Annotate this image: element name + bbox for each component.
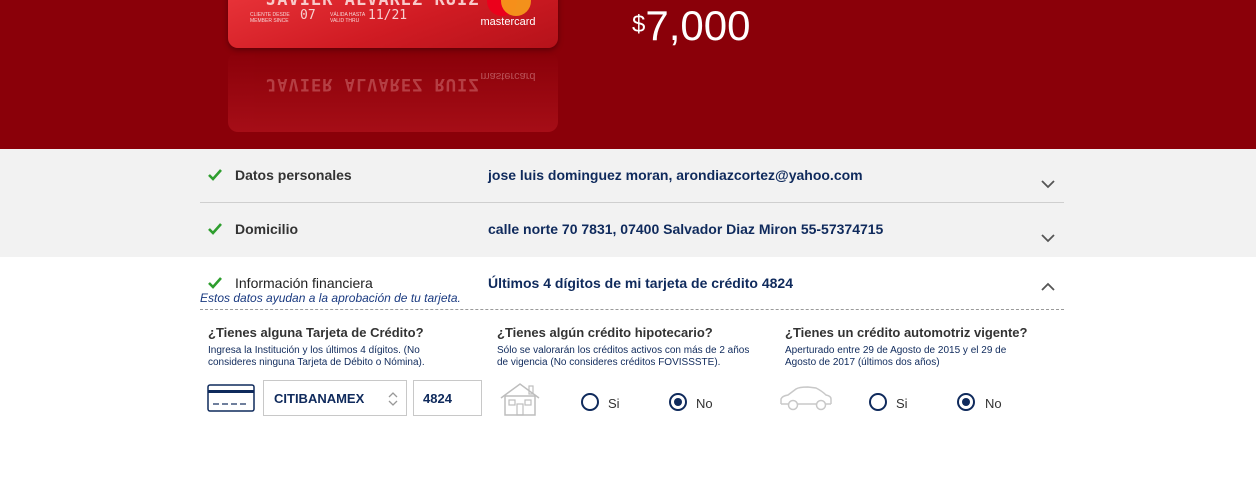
section-personal-title: Datos personales: [235, 167, 352, 183]
financial-note: Estos datos ayudan a la aprobación de tu…: [200, 291, 461, 305]
section-address[interactable]: Domicilio calle norte 70 7831, 07400 Sal…: [0, 203, 1256, 257]
section-financial-summary: Últimos 4 dígitos de mi tarjeta de crédi…: [488, 275, 793, 291]
section-personal-summary: jose luis dominguez moran, arondiazcorte…: [488, 167, 863, 183]
institution-select-value: CITIBANAMEX: [274, 391, 365, 406]
mortgage-no-radio[interactable]: [669, 393, 687, 411]
section-address-title: Domicilio: [235, 221, 299, 237]
card-member-since-label: CLIENTE DESDE MEMBER SINCE: [250, 12, 290, 24]
house-icon: [500, 383, 540, 416]
amount-value: 7,000: [645, 2, 751, 49]
mastercard-logo: mastercard: [473, 0, 543, 28]
auto-no-radio[interactable]: [957, 393, 975, 411]
institution-select[interactable]: CITIBANAMEX: [263, 380, 407, 416]
radio-selected-dot: [962, 398, 970, 406]
check-icon: [208, 223, 222, 235]
dashed-divider: [200, 309, 1064, 310]
card-valid-thru-value: 11/21: [368, 8, 408, 23]
card-reflection-brand: mastercard: [480, 70, 536, 82]
question-auto-help-1: Aperturado entre 29 de Agosto de 2015 y …: [785, 345, 1007, 356]
question-auto-title: ¿Tienes un crédito automotriz vigente?: [785, 325, 1028, 340]
chevron-down-icon[interactable]: [1040, 233, 1056, 243]
hero-banner: JAVIER ALVAREZ RUIZ CLIENTE DESDE MEMBER…: [0, 0, 1256, 149]
section-personal-data[interactable]: Datos personales jose luis dominguez mor…: [0, 149, 1256, 203]
mastercard-brand-text: mastercard: [480, 16, 536, 28]
mortgage-no-label[interactable]: No: [696, 396, 713, 411]
amount-currency: $: [632, 11, 646, 38]
auto-yes-radio[interactable]: [869, 393, 887, 411]
question-auto-help-2: Agosto de 2017 (últimos dos años): [785, 357, 940, 368]
chevron-up-icon[interactable]: [1040, 282, 1056, 292]
radio-selected-dot: [674, 398, 682, 406]
credit-card-icon: [207, 384, 255, 412]
section-financial: Información financiera Últimos 4 dígitos…: [0, 257, 1256, 481]
section-financial-title[interactable]: Información financiera: [235, 275, 373, 291]
question-mortgage-help-1: Sólo se valorarán los créditos activos c…: [497, 345, 750, 356]
check-icon: [208, 169, 222, 181]
credit-card-image: JAVIER ALVAREZ RUIZ CLIENTE DESDE MEMBER…: [228, 0, 558, 48]
last-digits-value: 4824: [423, 391, 452, 406]
mortgage-yes-radio[interactable]: [581, 393, 599, 411]
card-member-since-value: 07: [300, 8, 316, 23]
question-mortgage-help-2: de vigencia (No consideres créditos FOVI…: [497, 357, 721, 368]
last-digits-input[interactable]: 4824: [413, 380, 482, 416]
question-credit-card-help-2: consideres ninguna Tarjeta de Débito o N…: [208, 357, 425, 368]
car-icon: [780, 386, 832, 411]
question-credit-card-help-1: Ingresa la Institución y los últimos 4 d…: [208, 345, 420, 356]
check-icon: [208, 277, 222, 289]
mortgage-yes-label[interactable]: Si: [608, 396, 620, 411]
auto-no-label[interactable]: No: [985, 396, 1002, 411]
section-address-summary: calle norte 70 7831, 07400 Salvador Diaz…: [488, 221, 884, 237]
auto-yes-label[interactable]: Si: [896, 396, 908, 411]
select-arrows-icon: [388, 392, 398, 406]
credit-amount: $7,000: [632, 2, 750, 50]
question-mortgage-title: ¿Tienes algún crédito hipotecario?: [497, 325, 713, 340]
question-credit-card-title: ¿Tienes alguna Tarjeta de Crédito?: [208, 325, 424, 340]
card-valid-thru-label: VÁLIDA HASTA VALID THRU: [330, 12, 365, 24]
card-reflection: JAVIER ALVAREZ RUIZ mastercard: [228, 52, 558, 132]
chevron-down-icon[interactable]: [1040, 179, 1056, 189]
card-reflection-name: JAVIER ALVAREZ RUIZ: [266, 74, 480, 94]
